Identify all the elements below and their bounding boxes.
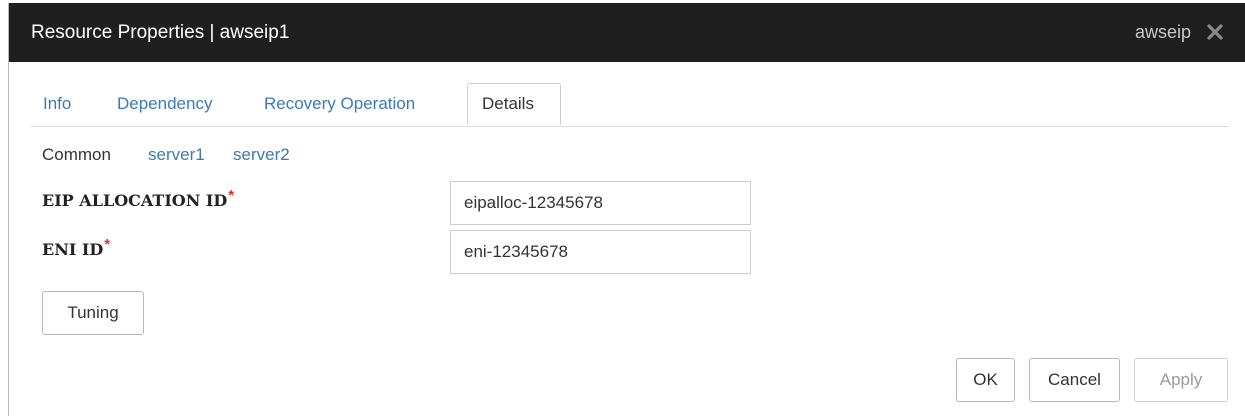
eni-id-input[interactable] <box>450 230 751 274</box>
eip-allocation-id-label-text: EIP ALLOCATION ID <box>42 191 228 210</box>
eni-id-label: ENI ID* <box>42 236 110 259</box>
dialog-title: Resource Properties | awseip1 <box>31 22 290 43</box>
tab-recovery-operation[interactable]: Recovery Operation <box>264 83 415 125</box>
cancel-button[interactable]: Cancel <box>1029 358 1120 402</box>
tab-dependency[interactable]: Dependency <box>117 83 212 125</box>
close-icon[interactable] <box>1206 23 1224 41</box>
dialog-titlebar: Resource Properties | awseip1 awseip <box>9 3 1245 62</box>
resource-properties-dialog: Resource Properties | awseip1 awseip Inf… <box>8 3 1245 416</box>
subtab-common[interactable]: Common <box>42 144 111 166</box>
eip-allocation-id-input[interactable] <box>450 181 751 225</box>
subtab-server2[interactable]: server2 <box>233 144 290 166</box>
required-marker: * <box>104 236 111 253</box>
apply-button[interactable]: Apply <box>1134 358 1228 402</box>
tuning-button[interactable]: Tuning <box>42 291 144 335</box>
resource-type-label: awseip <box>1134 22 1191 42</box>
eip-allocation-id-label: EIP ALLOCATION ID* <box>42 187 234 210</box>
tab-info[interactable]: Info <box>43 83 71 125</box>
subtab-server1[interactable]: server1 <box>148 144 205 166</box>
tab-bar: Info Dependency Recovery Operation Detai… <box>31 83 1229 127</box>
required-marker: * <box>228 187 235 204</box>
ok-button[interactable]: OK <box>956 358 1015 402</box>
tab-details[interactable]: Details <box>467 83 561 125</box>
eni-id-label-text: ENI ID <box>42 240 104 259</box>
